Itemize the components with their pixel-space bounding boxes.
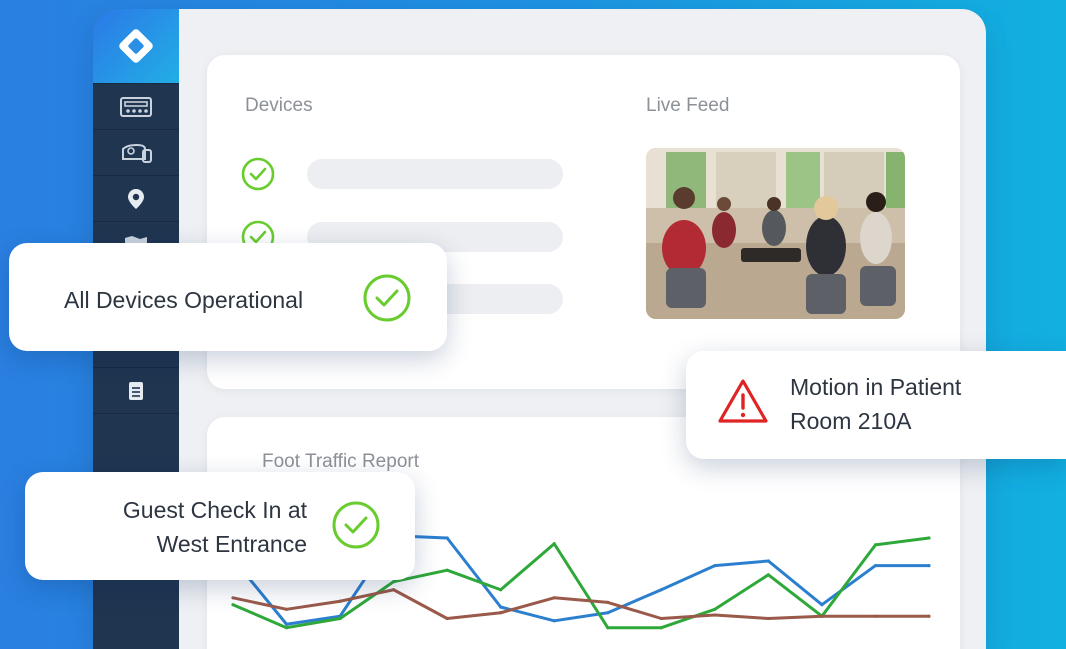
device-placeholder-bar (307, 159, 563, 189)
chart-point-1-2 (284, 622, 289, 626)
chart-point-2-13 (873, 543, 878, 547)
chart-point-1-7 (552, 619, 556, 623)
live-feed-image (646, 148, 905, 319)
check-circle-icon (332, 501, 380, 549)
chart-point-3-7 (552, 596, 556, 600)
chart-point-2-8 (606, 626, 610, 630)
chart-point-3-2 (284, 607, 289, 611)
chart-point-2-14 (927, 536, 931, 540)
chart-point-3-8 (606, 600, 610, 604)
document-icon (129, 382, 143, 400)
toast-devices-operational[interactable]: All Devices Operational (9, 243, 447, 351)
toast-motion-text: Motion in Patient Room 210A (790, 370, 961, 438)
chart-point-1-5 (445, 536, 449, 540)
chart-point-2-7 (552, 542, 556, 546)
chart-point-2-2 (284, 626, 289, 630)
sidebar-item-location[interactable] (93, 175, 179, 222)
chart-point-1-11 (766, 559, 770, 563)
chart-point-3-13 (873, 614, 878, 618)
diamond-logo-icon (119, 29, 153, 63)
live-feed-label: Live Feed (646, 95, 730, 116)
chart-point-2-10 (713, 607, 717, 611)
sidebar-item-control-panel[interactable] (93, 83, 179, 130)
chart-point-3-11 (766, 616, 770, 621)
chart-point-3-4 (392, 588, 396, 592)
chart-point-3-1 (231, 596, 235, 600)
chart-point-2-3 (338, 616, 342, 621)
logo-tile[interactable] (93, 9, 179, 83)
toast-motion-alert[interactable]: Motion in Patient Room 210A (686, 351, 1066, 459)
chart-point-3-10 (713, 613, 717, 617)
warning-triangle-icon (718, 379, 768, 423)
toast-guest-text: Guest Check In at West Entrance (123, 493, 307, 561)
sidebar-item-reports[interactable] (93, 367, 179, 414)
toast-motion-line1: Motion in Patient (790, 374, 962, 400)
check-circle-icon (241, 157, 275, 191)
chart-point-3-3 (338, 599, 342, 603)
location-pin-icon (128, 189, 144, 209)
chart-point-2-9 (659, 626, 663, 630)
toast-guest-line2: West Entrance (156, 531, 307, 557)
chart-point-2-4 (392, 580, 396, 584)
chart-point-1-6 (499, 605, 503, 609)
live-feed-video[interactable] (646, 148, 905, 319)
chart-point-3-12 (820, 614, 824, 618)
toast-guest-check-in[interactable]: Guest Check In at West Entrance (25, 472, 415, 580)
chart-point-3-14 (927, 614, 931, 618)
chart-point-3-5 (445, 616, 449, 621)
devices-label: Devices (245, 95, 313, 116)
toast-devices-text: All Devices Operational (64, 287, 304, 313)
chart-point-2-6 (499, 588, 503, 592)
chart-point-1-9 (659, 588, 663, 592)
control-panel-icon (120, 97, 152, 117)
chart-point-1-8 (606, 611, 610, 615)
sidebar-item-devices[interactable] (93, 129, 179, 176)
toast-motion-line2: Room 210A (790, 408, 912, 434)
chart-point-3-6 (499, 611, 503, 615)
chart-point-2-5 (445, 568, 449, 572)
sidebar-divider (93, 413, 179, 415)
projector-device-icon (122, 143, 152, 163)
chart-point-2-1 (231, 603, 235, 607)
chart-point-1-12 (820, 603, 824, 607)
device-row[interactable] (241, 157, 275, 191)
toast-guest-line1: Guest Check In at (122, 497, 307, 523)
chart-point-1-14 (927, 564, 931, 568)
check-circle-icon (363, 274, 411, 322)
chart-point-1-10 (713, 564, 717, 568)
chart-point-3-9 (659, 616, 663, 621)
chart-point-2-11 (766, 573, 770, 577)
chart-point-1-13 (873, 564, 878, 568)
